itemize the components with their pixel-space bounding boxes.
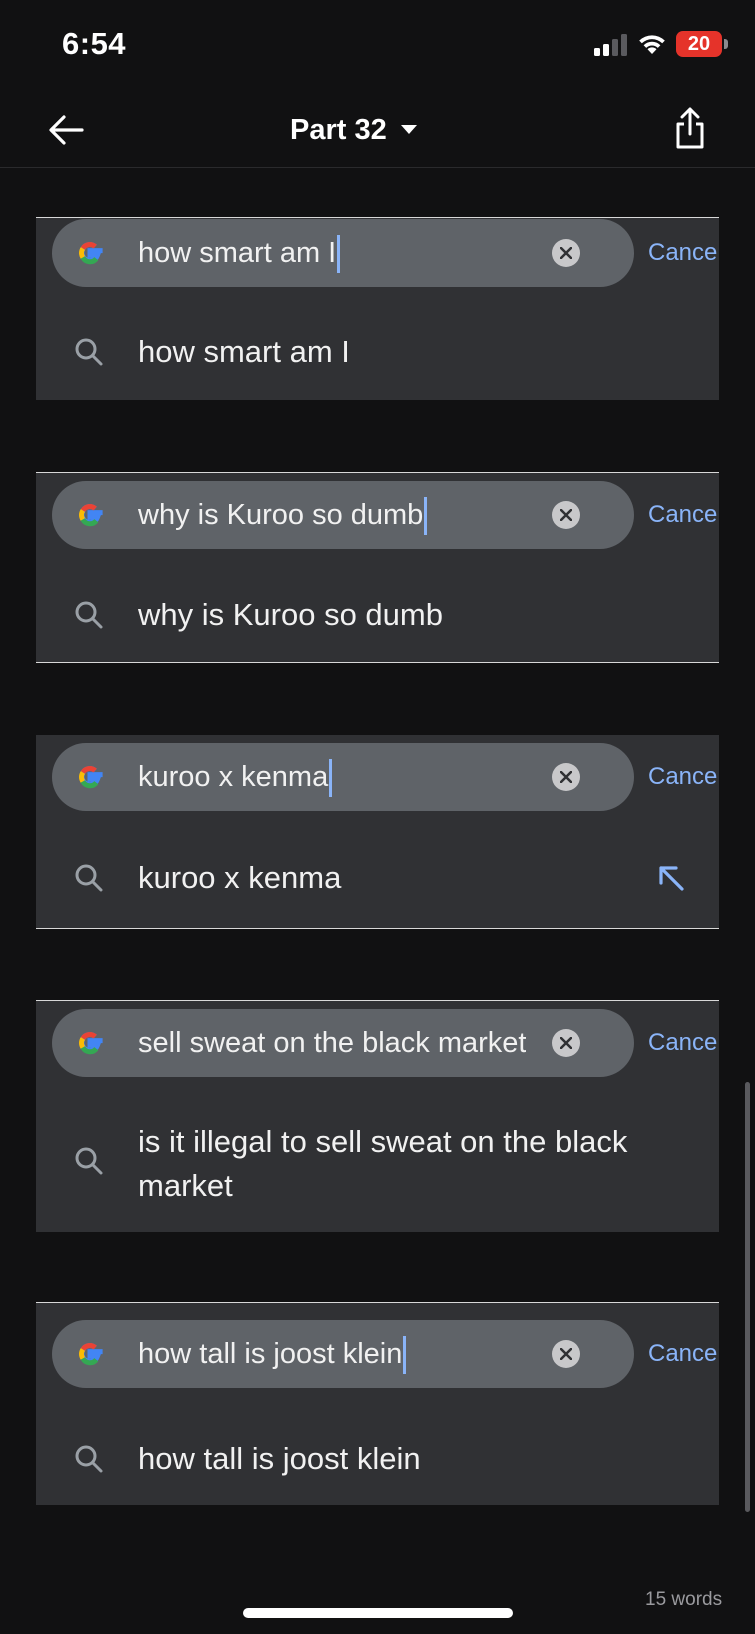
clear-icon: [560, 1348, 572, 1360]
search-row: kuroo x kenma Cancel: [36, 743, 719, 811]
search-query: how smart am I: [138, 219, 341, 287]
google-logo-icon: [79, 1032, 103, 1055]
card-divider: [36, 217, 719, 218]
battery-indicator: 20: [676, 31, 722, 57]
clear-icon: [560, 247, 572, 259]
suggestion-text: is it illegal to sell sweat on the black…: [138, 1124, 628, 1203]
suggestion-text: how smart am I: [138, 334, 350, 369]
card-divider: [36, 1000, 719, 1001]
signal-icon: [594, 34, 627, 56]
google-logo-icon: [79, 766, 103, 789]
suggestion-item[interactable]: how tall is joost klein: [36, 1422, 719, 1496]
clear-button[interactable]: [552, 239, 580, 267]
scrollbar[interactable]: [745, 1082, 750, 1512]
google-logo-icon: [79, 1343, 103, 1366]
status-bar: 6:54 20: [0, 0, 755, 92]
nav-bar: Part 32: [0, 92, 755, 168]
cancel-button[interactable]: Cancel: [648, 481, 719, 549]
search-row: how tall is joost klein Cancel: [36, 1320, 719, 1388]
search-screenshot-card: sell sweat on the black market Cancel is…: [36, 1000, 719, 1232]
clear-icon: [560, 771, 572, 783]
status-time: 6:54: [62, 26, 127, 61]
back-button[interactable]: [42, 106, 90, 154]
clear-button[interactable]: [552, 1029, 580, 1057]
suggestion-text: how tall is joost klein: [138, 1441, 421, 1476]
search-query: how tall is joost klein: [138, 1320, 407, 1388]
text-caret: [403, 1336, 407, 1375]
home-indicator[interactable]: [243, 1608, 513, 1618]
fill-arrow-icon[interactable]: [656, 863, 686, 893]
search-query: kuroo x kenma: [138, 743, 333, 811]
text-caret: [329, 759, 333, 798]
back-arrow-icon: [49, 115, 84, 145]
google-logo-icon: [79, 504, 103, 527]
part-selector[interactable]: Part 32: [290, 106, 417, 154]
search-icon: [75, 601, 103, 629]
text-caret: [337, 235, 341, 274]
card-divider: [36, 662, 719, 663]
cancel-button[interactable]: Cancel: [648, 219, 719, 287]
wifi-icon: [639, 35, 665, 54]
search-query: why is Kuroo so dumb: [138, 481, 428, 549]
share-icon: [676, 107, 704, 149]
search-screenshot-card: why is Kuroo so dumb Cancel why is Kuroo…: [36, 472, 719, 663]
word-count: 15 words: [645, 1589, 723, 1610]
google-logo-icon: [79, 242, 103, 265]
clear-icon: [560, 509, 572, 521]
suggestion-text: why is Kuroo so dumb: [138, 597, 443, 632]
card-divider: [36, 1302, 719, 1303]
suggestion-item[interactable]: kuroo x kenma: [36, 841, 719, 915]
card-divider: [36, 472, 719, 473]
search-row: sell sweat on the black market Cancel: [36, 1009, 719, 1077]
search-row: how smart am I Cancel: [36, 219, 719, 287]
search-screenshot-card: how tall is joost klein Cancel how tall …: [36, 1302, 719, 1505]
search-icon: [75, 864, 103, 892]
chevron-down-icon: [400, 125, 417, 134]
search-query: sell sweat on the black market: [138, 1027, 527, 1059]
page-title: Part 32: [290, 113, 387, 146]
text-caret: [424, 497, 428, 536]
search-icon: [75, 1147, 103, 1175]
search-row: why is Kuroo so dumb Cancel: [36, 481, 719, 549]
cancel-button[interactable]: Cancel: [648, 743, 719, 811]
search-screenshot-card: how smart am I Cancel how smart am I: [36, 217, 719, 400]
cancel-button[interactable]: Cancel: [648, 1009, 719, 1077]
suggestion-item[interactable]: why is Kuroo so dumb: [36, 578, 719, 652]
suggestion-text: kuroo x kenma: [138, 860, 342, 895]
clear-button[interactable]: [552, 1340, 580, 1368]
card-divider: [36, 928, 719, 929]
share-button[interactable]: [666, 100, 714, 156]
suggestion-item[interactable]: how smart am I: [36, 317, 719, 387]
suggestion-item[interactable]: is it illegal to sell sweat on the black…: [36, 1100, 719, 1220]
battery-cap: [724, 39, 728, 49]
search-icon: [75, 1445, 103, 1473]
clear-button[interactable]: [552, 763, 580, 791]
search-icon: [75, 338, 103, 366]
clear-button[interactable]: [552, 501, 580, 529]
clear-icon: [560, 1037, 572, 1049]
search-screenshot-card: kuroo x kenma Cancel kuroo x kenma: [36, 735, 719, 929]
cancel-button[interactable]: Cancel: [648, 1320, 719, 1388]
